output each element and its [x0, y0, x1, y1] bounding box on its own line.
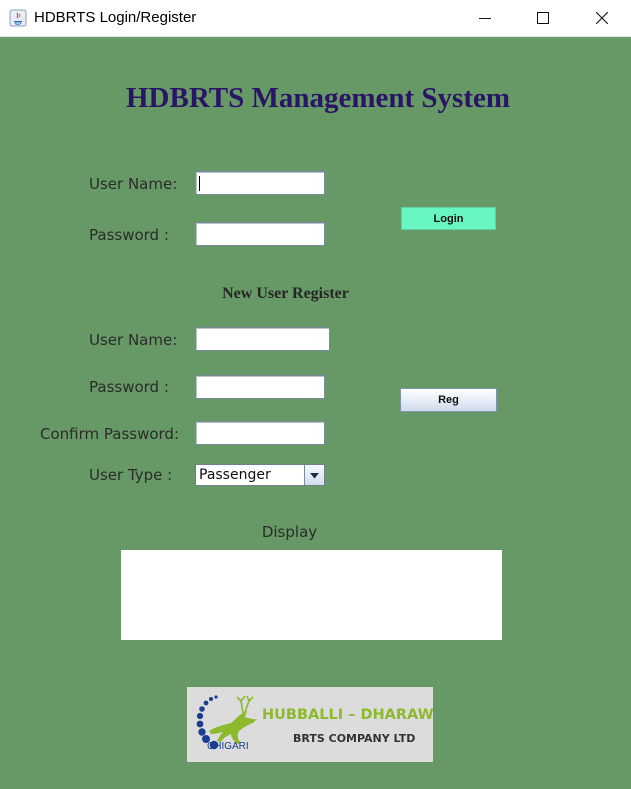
register-password-field[interactable] — [195, 375, 325, 399]
main-panel: HDBRTS Management System User Name: Pass… — [0, 37, 631, 789]
login-username-field[interactable] — [195, 171, 325, 195]
close-icon — [596, 12, 608, 24]
logo-brand-name: CHIGARI — [207, 741, 249, 752]
user-type-value: Passenger — [199, 467, 271, 483]
java-app-icon — [9, 9, 27, 27]
display-text-area[interactable] — [121, 550, 502, 640]
maximize-button[interactable] — [514, 0, 572, 36]
text-cursor — [199, 176, 200, 191]
logo-company-subtitle: BRTS COMPANY LTD — [293, 732, 416, 745]
login-username-label: User Name: — [89, 175, 178, 193]
window-title: HDBRTS Login/Register — [34, 9, 197, 26]
confirm-password-label: Confirm Password: — [40, 425, 180, 443]
login-register-window: HDBRTS Login/Register HDBRTS Management … — [0, 0, 631, 789]
chevron-down-icon — [310, 466, 319, 484]
logo-company-name: HUBBALLI – DHARAWAD — [262, 707, 433, 723]
login-password-field[interactable] — [195, 222, 325, 246]
user-type-label: User Type : — [89, 466, 173, 484]
close-button[interactable] — [573, 0, 631, 36]
minimize-icon — [479, 12, 491, 24]
register-username-field[interactable] — [195, 327, 330, 351]
dropdown-arrow-button[interactable] — [304, 465, 324, 485]
page-title: HDBRTS Management System — [125, 82, 511, 114]
display-label: Display — [261, 523, 318, 541]
login-button[interactable]: Login — [401, 207, 496, 230]
login-password-label: Password : — [89, 226, 169, 244]
register-password-label: Password : — [89, 378, 169, 396]
user-type-dropdown[interactable]: Passenger — [195, 464, 325, 486]
register-heading: New User Register — [222, 285, 349, 302]
confirm-password-field[interactable] — [195, 421, 325, 445]
register-username-label: User Name: — [89, 331, 178, 349]
maximize-icon — [537, 12, 549, 24]
brts-logo: HUBBALLI – DHARAWAD BRTS COMPANY LTD CHI… — [187, 687, 433, 762]
reg-button[interactable]: Reg — [400, 388, 497, 412]
minimize-button[interactable] — [456, 0, 514, 36]
title-bar: HDBRTS Login/Register — [0, 0, 631, 37]
